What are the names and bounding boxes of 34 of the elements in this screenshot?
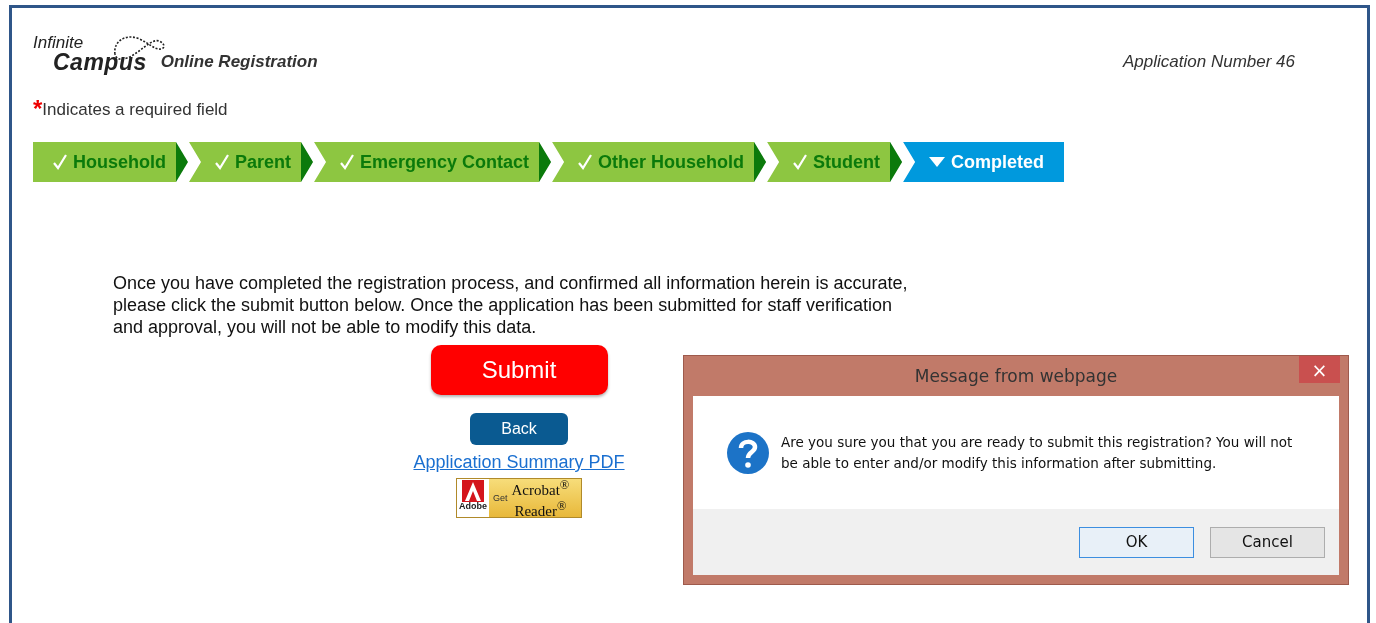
question-icon [727,431,769,474]
instructions-text: Once you have completed the registration process, and confirmed all information herein is accurate, please click the submit button below. Once the application has been submitted for staff verification and approval, you will not be able to modify this data. [113,272,909,338]
summary-pdf-link[interactable]: Application Summary PDF [413,452,625,473]
logo-text: Campus [53,51,147,74]
logo-text: Infinite [33,34,85,51]
step-tab[interactable]: Other Household [552,142,767,182]
app-title: Online Registration [160,52,318,72]
dialog-button[interactable]: OK [1079,526,1194,558]
application-number: Application Number 46 [1123,52,1295,72]
step-tab[interactable]: Completed [903,142,1065,182]
acrobat-reader-badge[interactable]: Adobe Get Acrobat$^{®}$ Reader$^{®}$ [456,478,582,518]
badge-text: Adobe [459,502,487,511]
dialog-button[interactable]: Cancel [1210,526,1325,558]
badge-text: Get [493,493,508,503]
required-marker: * [33,100,43,118]
close-button[interactable]: × [1299,356,1340,383]
dialog-title: Message from webpage [914,366,1118,386]
check-icon [793,154,808,170]
step-tab[interactable]: Household [33,142,188,182]
check-icon [53,154,67,170]
check-icon [578,154,593,170]
step-tab[interactable]: Student [767,142,903,182]
required-note: Indicates a required field [42,100,228,120]
back-button[interactable]: Back [470,413,568,445]
dialog-message: Are you sure you that you are ready to submit this registration? You will not be able to enter and/or modify this information after submitting. [781,432,1294,473]
badge-text: Reader$^{®}$ [514,498,568,519]
step-tab[interactable]: Emergency Contact [314,142,552,182]
check-icon [340,154,355,170]
adobe-logo-icon [462,480,484,502]
check-icon [215,154,229,170]
submit-button[interactable]: Submit [430,345,608,395]
down-triangle-icon [929,157,946,167]
step-tab[interactable]: Parent [189,142,314,182]
badge-text: Acrobat$^{®}$ [511,477,571,498]
